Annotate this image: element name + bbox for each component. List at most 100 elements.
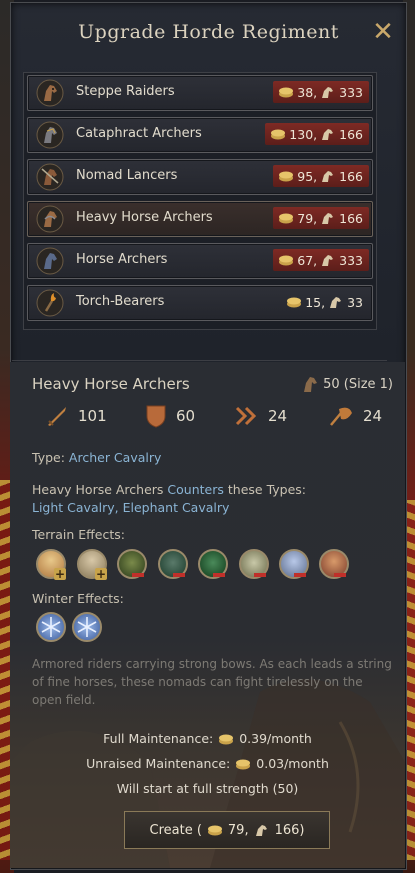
gold-icon (279, 213, 294, 224)
horse-icon (322, 87, 334, 98)
winter-snowflake-icon[interactable] (72, 612, 102, 642)
regiment-description: Armored riders carrying strong bows. As … (32, 657, 392, 707)
regiment-name: Nomad Lancers (76, 168, 178, 183)
gold-icon (271, 129, 286, 140)
counters-suffix: these Types: (227, 482, 306, 497)
regiment-name: Torch-Bearers (76, 294, 165, 309)
horse-cost: 33 (347, 294, 363, 310)
penalty-badge (132, 573, 144, 577)
regiment-size-value: 50 (Size 1) (323, 376, 393, 392)
countered-types[interactable]: Light Cavalry, Elephant Cavalry (32, 500, 229, 515)
gold-icon (279, 171, 294, 182)
horse-head-icon (304, 377, 318, 392)
stat-screen: 24 (327, 400, 382, 432)
horse-icon (322, 255, 334, 266)
gold-cost: 15, (305, 294, 326, 310)
full-maintenance: Full Maintenance: 0.39/month (10, 731, 405, 746)
torch-icon (36, 289, 64, 317)
gold-icon (279, 255, 294, 266)
regiment-row-nomad-lancers[interactable]: Nomad Lancers 95, 166 (27, 159, 373, 195)
regiment-name: Cataphract Archers (76, 126, 202, 141)
horse-cost: 166 (339, 126, 363, 142)
armored-horse-icon (36, 121, 64, 149)
unraised-maintenance: Unraised Maintenance: 0.03/month (10, 756, 405, 771)
unit-type: Type: Archer Cavalry (32, 450, 161, 465)
regiment-cost: 38, 333 (273, 81, 369, 103)
gold-cost: 130, (289, 126, 318, 142)
dialog-title: Upgrade Horde Regiment (78, 21, 339, 43)
shield-icon (146, 405, 166, 428)
regiment-name: Heavy Horse Archers (76, 210, 213, 225)
full-maintenance-value: 0.39/month (239, 731, 312, 746)
winter-snowflake-icon[interactable] (36, 612, 66, 642)
penalty-badge (213, 573, 225, 577)
regiment-size: 50 (Size 1) (300, 374, 393, 394)
gold-icon (219, 734, 234, 744)
close-icon[interactable]: ✕ (370, 19, 396, 45)
background-banner-left (0, 480, 10, 860)
snowflake-icon (41, 617, 61, 637)
unraised-maintenance-value: 0.03/month (256, 756, 329, 771)
unraised-maintenance-label: Unraised Maintenance: (86, 756, 231, 771)
pursuit-arrows-icon (235, 406, 257, 426)
strength-note: Will start at full strength (50) (116, 781, 299, 796)
penalty-badge (334, 573, 346, 577)
snowflake-icon (77, 617, 97, 637)
gold-icon (207, 825, 222, 836)
create-label: Create ( (149, 822, 202, 838)
screen-value: 24 (363, 407, 383, 425)
horse-icon (330, 297, 342, 308)
terrain-label: Terrain Effects: (32, 527, 125, 542)
winter-label: Winter Effects: (32, 591, 124, 606)
regiment-cost: 67, 333 (273, 249, 369, 271)
stat-toughness: 60 (144, 400, 195, 432)
regiment-row-torch-bearers[interactable]: Torch-Bearers 15, 33 (27, 285, 373, 321)
penalty-badge (173, 573, 185, 577)
sword-icon (48, 407, 66, 426)
counters-link[interactable]: Counters (167, 482, 223, 497)
gold-cost: 79, (297, 210, 318, 226)
type-link[interactable]: Archer Cavalry (69, 450, 161, 465)
regiment-row-horse-archers[interactable]: Horse Archers 67, 333 (27, 243, 373, 279)
horse-icon (322, 213, 334, 224)
penalty-badge (294, 573, 306, 577)
horse-head-icon (36, 247, 64, 275)
regiment-cost: 79, 166 (273, 207, 369, 229)
regiment-row-heavy-horse-archers[interactable]: Heavy Horse Archers 79, 166 (27, 201, 373, 237)
stat-damage: 101 (44, 400, 107, 432)
type-label: Type: (32, 450, 65, 465)
gold-cost: 38, (297, 84, 318, 100)
horse-icon (322, 171, 334, 182)
stat-pursuit: 24 (234, 400, 287, 432)
create-horse-cost: 166) (274, 822, 305, 838)
regiment-name: Steppe Raiders (76, 84, 175, 99)
selected-regiment-name: Heavy Horse Archers (32, 375, 190, 393)
regiment-cost: 15, 33 (281, 291, 369, 313)
damage-value: 101 (78, 407, 107, 425)
toughness-value: 60 (176, 407, 196, 425)
regiment-cost: 95, 166 (273, 165, 369, 187)
create-gold-cost: 79, (227, 822, 249, 838)
background-banner-right (406, 500, 415, 860)
gold-icon (287, 297, 302, 308)
gold-cost: 67, (297, 252, 318, 268)
horse-icon (255, 825, 267, 836)
create-button[interactable]: Create ( 79, 166) (124, 811, 330, 849)
regiment-row-steppe-raiders[interactable]: Steppe Raiders 38, 333 (27, 75, 373, 111)
counters-line: Heavy Horse Archers Counters these Types… (32, 482, 306, 497)
regiment-row-cataphract-archers[interactable]: Cataphract Archers 130, 166 (27, 117, 373, 153)
gold-icon (279, 87, 294, 98)
divider (12, 360, 387, 361)
penalty-badge (254, 573, 266, 577)
horse-head-icon (36, 205, 64, 233)
horse-icon (322, 129, 334, 140)
gold-cost: 95, (297, 168, 318, 184)
counters-prefix: Heavy Horse Archers (32, 482, 164, 497)
horse-cost: 333 (339, 252, 363, 268)
regiment-cost: 130, 166 (265, 123, 369, 145)
full-maintenance-label: Full Maintenance: (103, 731, 214, 746)
horse-cost: 166 (339, 168, 363, 184)
gold-icon (236, 759, 251, 769)
horse-cost: 333 (339, 84, 363, 100)
horse-head-icon (36, 163, 64, 191)
